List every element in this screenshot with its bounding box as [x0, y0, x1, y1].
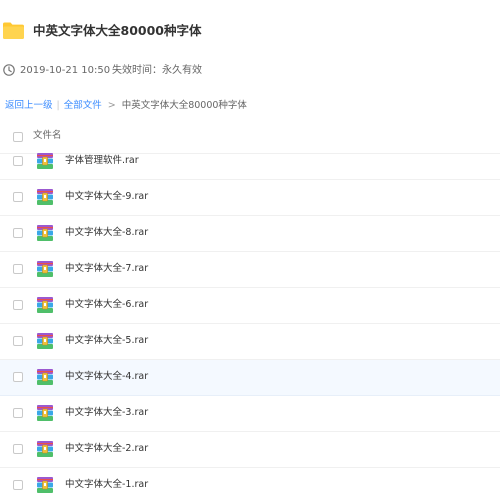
back-link[interactable]: 返回上一级	[5, 100, 53, 111]
breadcrumb-separator: |	[56, 100, 60, 111]
share-header: 中英文字体大全80000种字体	[0, 0, 500, 62]
breadcrumb-arrow: >	[107, 100, 116, 111]
file-row[interactable]: 中文字体大全-1.rar	[0, 468, 500, 500]
expire-time: 失效时间：永久有效	[112, 65, 202, 76]
file-name[interactable]: 中文字体大全-7.rar	[65, 262, 148, 276]
rar-archive-icon	[36, 152, 54, 170]
file-row[interactable]: 字体管理软件.rar	[0, 144, 500, 180]
row-checkbox[interactable]	[13, 300, 23, 310]
select-all-checkbox[interactable]	[13, 132, 23, 142]
file-name[interactable]: 中文字体大全-2.rar	[65, 442, 148, 456]
file-name[interactable]: 中文字体大全-6.rar	[65, 298, 148, 312]
folder-icon	[3, 22, 24, 39]
file-name[interactable]: 中文字体大全-8.rar	[65, 226, 148, 240]
row-checkbox[interactable]	[13, 192, 23, 202]
rar-archive-icon	[36, 332, 54, 350]
file-row[interactable]: 中文字体大全-6.rar	[0, 288, 500, 324]
rar-archive-icon	[36, 296, 54, 314]
row-checkbox[interactable]	[13, 336, 23, 346]
file-name[interactable]: 字体管理软件.rar	[65, 154, 139, 168]
breadcrumb: 返回上一级 | 全部文件 > 中英文字体大全80000种字体	[5, 97, 247, 115]
breadcrumb-current: 中英文字体大全80000种字体	[121, 100, 247, 111]
file-row[interactable]: 中文字体大全-4.rar	[0, 360, 500, 396]
file-row[interactable]: 中文字体大全-2.rar	[0, 432, 500, 468]
file-name[interactable]: 中文字体大全-1.rar	[65, 478, 148, 492]
share-title: 中英文字体大全80000种字体	[33, 23, 202, 38]
row-checkbox[interactable]	[13, 444, 23, 454]
file-name[interactable]: 中文字体大全-9.rar	[65, 190, 148, 204]
rar-archive-icon	[36, 368, 54, 386]
clock-icon	[3, 64, 15, 76]
file-row[interactable]: 中文字体大全-5.rar	[0, 324, 500, 360]
share-page: 中英文字体大全80000种字体 2019-10-21 10:50 失效时间：永久…	[0, 0, 500, 500]
row-checkbox[interactable]	[13, 372, 23, 382]
file-name[interactable]: 中文字体大全-4.rar	[65, 370, 148, 384]
rar-archive-icon	[36, 476, 54, 494]
file-row[interactable]: 中文字体大全-9.rar	[0, 180, 500, 216]
rar-archive-icon	[36, 404, 54, 422]
all-files-link[interactable]: 全部文件	[64, 100, 102, 111]
row-checkbox[interactable]	[13, 228, 23, 238]
rar-archive-icon	[36, 224, 54, 242]
rar-archive-icon	[36, 440, 54, 458]
file-name[interactable]: 中文字体大全-3.rar	[65, 406, 148, 420]
file-row[interactable]: 中文字体大全-8.rar	[0, 216, 500, 252]
rar-archive-icon	[36, 188, 54, 206]
rar-archive-icon	[36, 260, 54, 278]
file-name[interactable]: 中文字体大全-5.rar	[65, 334, 148, 348]
file-row[interactable]: 中文字体大全-3.rar	[0, 396, 500, 432]
row-checkbox[interactable]	[13, 408, 23, 418]
row-checkbox[interactable]	[13, 156, 23, 166]
row-checkbox[interactable]	[13, 480, 23, 490]
row-checkbox[interactable]	[13, 264, 23, 274]
file-row[interactable]: 中文字体大全-7.rar	[0, 252, 500, 288]
filename-column-header: 文件名	[33, 130, 62, 141]
